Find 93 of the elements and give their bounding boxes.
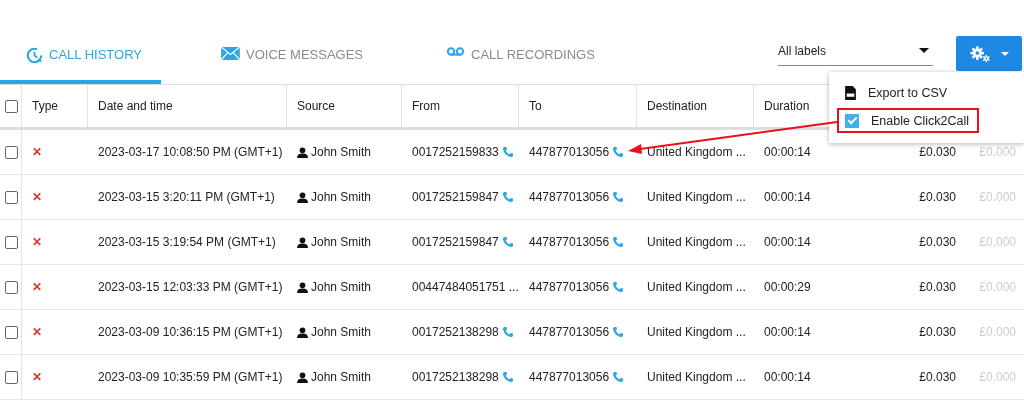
phone-icon[interactable] bbox=[501, 191, 514, 203]
table-cell: 0017252159847 bbox=[412, 190, 499, 204]
settings-button[interactable] bbox=[956, 36, 1022, 71]
row-checkbox[interactable] bbox=[5, 370, 18, 384]
table-cell: John Smith bbox=[311, 145, 372, 159]
table-cell: 2023-03-15 3:20:11 PM (GMT+1) bbox=[98, 190, 275, 204]
row-checkbox[interactable] bbox=[5, 325, 18, 339]
table-cell: 00:00:14 bbox=[764, 325, 811, 339]
csv-file-icon bbox=[845, 86, 856, 100]
table-cell: John Smith bbox=[311, 370, 372, 384]
phone-icon[interactable] bbox=[612, 281, 625, 293]
label-filter-dropdown[interactable]: All labels bbox=[778, 36, 933, 66]
table-cell: 2023-03-15 12:03:33 PM (GMT+1) bbox=[98, 280, 283, 294]
menu-item[interactable]: Enable Click2Call bbox=[871, 113, 969, 128]
table-cell: 0017252159833 bbox=[412, 145, 499, 159]
column-header: To bbox=[529, 99, 542, 113]
table-cell: John Smith bbox=[311, 325, 372, 339]
column-header: Destination bbox=[647, 99, 708, 113]
missed-call-icon: ✕ bbox=[32, 145, 42, 159]
table-cell: 00:00:14 bbox=[764, 145, 811, 159]
table-cell: £0.030 bbox=[919, 235, 956, 249]
menu-item[interactable]: Export to CSV bbox=[868, 86, 948, 100]
user-icon bbox=[297, 326, 308, 338]
table-cell: United Kingdom ... bbox=[647, 370, 746, 384]
phone-icon[interactable] bbox=[612, 326, 625, 338]
table-cell: United Kingdom ... bbox=[647, 325, 746, 339]
user-icon bbox=[297, 281, 308, 293]
table-cell: 447877013056 bbox=[529, 325, 610, 339]
gears-icon bbox=[969, 44, 991, 63]
table-cell: 2023-03-17 10:08:50 PM (GMT+1) bbox=[98, 145, 283, 159]
missed-call-icon: ✕ bbox=[32, 325, 42, 339]
table-cell: 00:00:14 bbox=[764, 370, 811, 384]
phone-icon[interactable] bbox=[501, 371, 514, 383]
table-cell: United Kingdom ... bbox=[647, 190, 746, 204]
table-cell: 00:00:29 bbox=[764, 280, 811, 294]
dropdown-caret-icon bbox=[919, 48, 929, 53]
table-cell: 0017252138298 bbox=[412, 325, 499, 339]
table-cell: 447877013056 bbox=[529, 280, 610, 294]
table-cell: 447877013056 bbox=[529, 190, 610, 204]
phone-icon[interactable] bbox=[612, 146, 625, 158]
row-checkbox[interactable] bbox=[5, 190, 18, 204]
table-cell: 447877013056 bbox=[529, 145, 610, 159]
row-checkbox[interactable] bbox=[5, 235, 18, 249]
voicemail-icon bbox=[446, 47, 466, 56]
phone-icon[interactable] bbox=[501, 236, 514, 248]
table-cell: John Smith bbox=[311, 235, 372, 249]
tab[interactable]: CALL RECORDINGS bbox=[420, 35, 595, 84]
table-cell: £0.030 bbox=[919, 370, 956, 384]
row-checkbox[interactable] bbox=[5, 280, 18, 294]
table-cell: United Kingdom ... bbox=[647, 280, 746, 294]
phone-icon[interactable] bbox=[501, 326, 514, 338]
table-cell: John Smith bbox=[311, 280, 372, 294]
table-cell: John Smith bbox=[311, 190, 372, 204]
column-header: From bbox=[412, 99, 440, 113]
missed-call-icon: ✕ bbox=[32, 190, 42, 204]
select-all-checkbox[interactable] bbox=[5, 99, 18, 113]
user-icon bbox=[297, 371, 308, 383]
table-cell: £0.030 bbox=[919, 190, 956, 204]
table-cell: 2023-03-09 10:35:59 PM (GMT+1) bbox=[98, 370, 283, 384]
phone-icon[interactable] bbox=[612, 236, 625, 248]
table-cell: United Kingdom ... bbox=[647, 235, 746, 249]
table-cell: £0.030 bbox=[919, 145, 956, 159]
table-cell: 2023-03-09 10:36:15 PM (GMT+1) bbox=[98, 325, 283, 339]
tab[interactable]: VOICE MESSAGES bbox=[195, 35, 364, 84]
table-cell: United Kingdom ... bbox=[647, 145, 746, 159]
phone-icon[interactable] bbox=[612, 191, 625, 203]
table-cell: 00447484051751 ... bbox=[412, 280, 519, 294]
missed-call-icon: ✕ bbox=[32, 235, 42, 249]
column-header: Source bbox=[297, 99, 336, 113]
table-cell: 447877013056 bbox=[529, 235, 610, 249]
column-header: Date and time bbox=[98, 99, 173, 113]
missed-call-icon: ✕ bbox=[32, 280, 42, 294]
phone-icon[interactable] bbox=[612, 371, 625, 383]
user-icon bbox=[297, 146, 308, 158]
caret-icon bbox=[1001, 51, 1009, 56]
column-header: Type bbox=[32, 99, 58, 113]
checkbox[interactable] bbox=[845, 113, 859, 128]
row-checkbox[interactable] bbox=[5, 145, 18, 159]
table-cell: 0017252138298 bbox=[412, 370, 499, 384]
table-cell: 00:00:14 bbox=[764, 235, 811, 249]
phone-icon[interactable] bbox=[501, 146, 514, 158]
user-icon bbox=[297, 236, 308, 248]
table-cell: £0.030 bbox=[919, 325, 956, 339]
table-cell: 447877013056 bbox=[529, 370, 610, 384]
table-cell: 2023-03-15 3:19:54 PM (GMT+1) bbox=[98, 235, 276, 249]
user-icon bbox=[297, 191, 308, 203]
column-header: Duration bbox=[764, 99, 810, 113]
missed-call-icon: ✕ bbox=[32, 370, 42, 384]
table-cell: 0017252159847 bbox=[412, 235, 499, 249]
table-cell: £0.030 bbox=[919, 280, 956, 294]
envelope-icon bbox=[221, 47, 240, 60]
clock-icon bbox=[26, 47, 43, 64]
table-cell: 00:00:14 bbox=[764, 190, 811, 204]
